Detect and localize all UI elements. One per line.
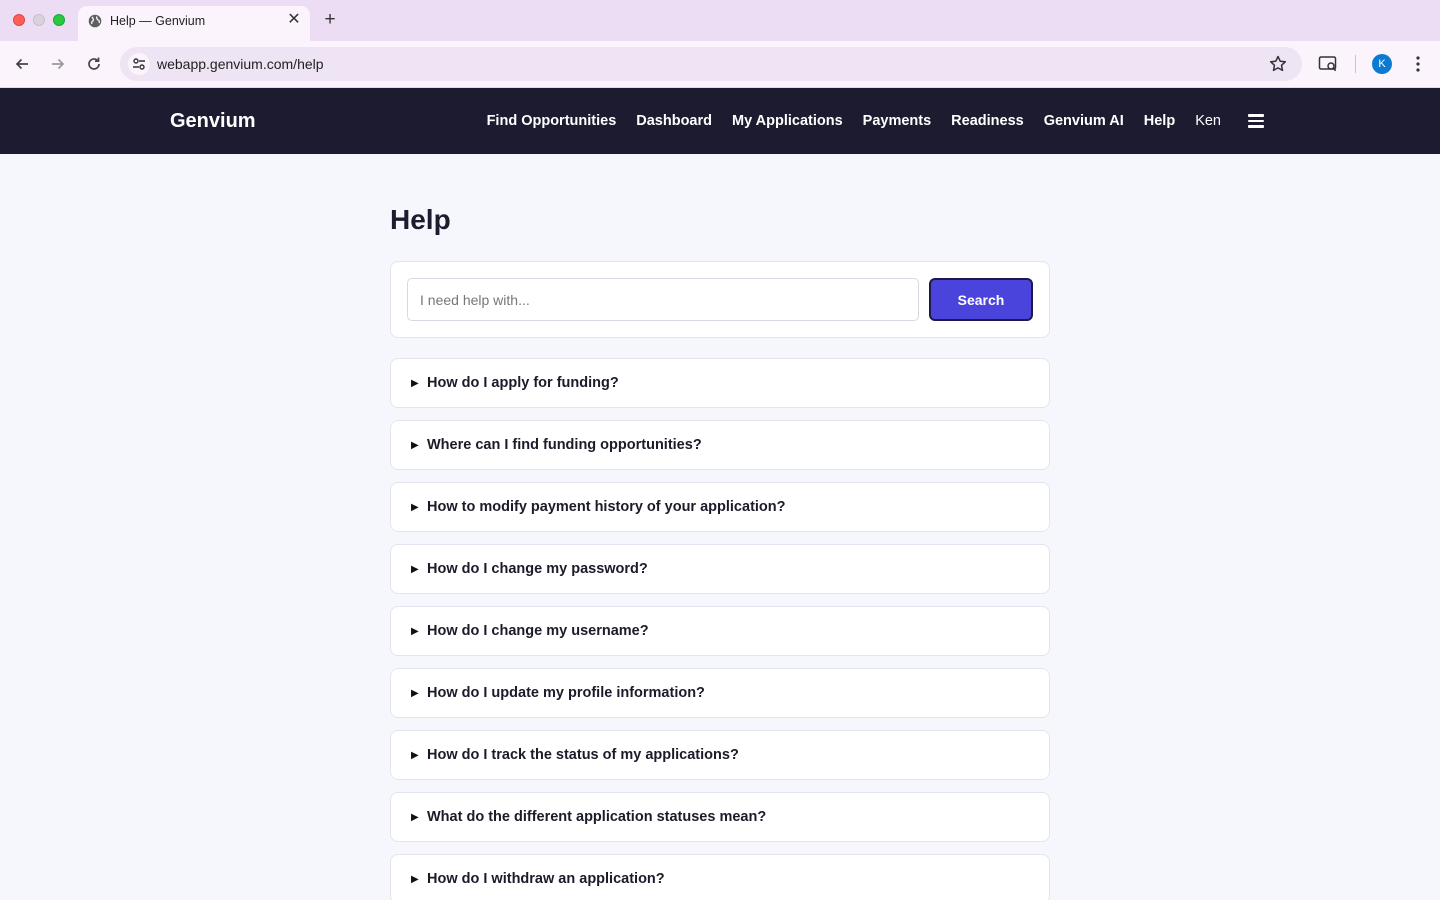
faq-question: How do I update my profile information? [427,685,705,701]
disclosure-triangle-icon: ▶ [411,377,419,389]
disclosure-triangle-icon: ▶ [411,501,419,513]
tab-search-icon[interactable] [1317,53,1339,75]
faq-question: How do I change my password? [427,561,648,577]
bookmark-star-icon[interactable] [1268,54,1288,74]
faq-question: How do I change my username? [427,623,649,639]
toolbar-divider [1355,55,1356,73]
nav-readiness[interactable]: Readiness [951,113,1024,129]
disclosure-triangle-icon: ▶ [411,625,419,637]
new-tab-icon[interactable]: + [320,10,340,30]
forward-icon[interactable] [47,53,69,75]
faq-item[interactable]: ▶ How do I track the status of my applic… [390,730,1050,780]
browser-tab[interactable]: Help — Genvium ✕ [78,6,310,41]
nav-dashboard[interactable]: Dashboard [636,113,712,129]
disclosure-triangle-icon: ▶ [411,687,419,699]
site-header: Genvium Find Opportunities Dashboard My … [0,88,1440,154]
help-content: Help Search ▶ How do I apply for funding… [390,154,1050,900]
nav-payments[interactable]: Payments [863,113,932,129]
close-tab-icon[interactable]: ✕ [286,12,302,28]
faq-item[interactable]: ▶ Where can I find funding opportunities… [390,420,1050,470]
faq-item[interactable]: ▶ How do I change my password? [390,544,1050,594]
faq-item[interactable]: ▶ How to modify payment history of your … [390,482,1050,532]
faq-question: How do I withdraw an application? [427,871,665,887]
hamburger-menu-icon[interactable] [1248,114,1264,128]
tab-title: Help — Genvium [110,14,206,28]
disclosure-triangle-icon: ▶ [411,811,419,823]
disclosure-triangle-icon: ▶ [411,563,419,575]
browser-tab-bar: Help — Genvium ✕ + [0,0,1440,41]
page-title: Help [390,204,451,235]
browser-toolbar: webapp.genvium.com/help [0,41,1440,88]
faq-item[interactable]: ▶ How do I update my profile information… [390,668,1050,718]
profile-avatar[interactable]: K [1372,54,1392,74]
window-minimize-button[interactable] [33,14,45,26]
disclosure-triangle-icon: ▶ [411,873,419,885]
address-bar[interactable]: webapp.genvium.com/help [120,47,1302,81]
disclosure-triangle-icon: ▶ [411,749,419,761]
help-search-card: Search [390,261,1050,338]
back-icon[interactable] [11,53,33,75]
faq-item[interactable]: ▶ How do I change my username? [390,606,1050,656]
faq-question: How do I track the status of my applicat… [427,747,739,763]
faq-question: How do I apply for funding? [427,375,619,391]
brand-logo[interactable]: Genvium [170,110,256,133]
nav-help[interactable]: Help [1144,113,1175,129]
nav-find-opportunities[interactable]: Find Opportunities [487,113,617,129]
window-close-button[interactable] [13,14,25,26]
site-settings-icon[interactable] [128,53,150,75]
faq-list: ▶ How do I apply for funding? ▶ Where ca… [390,358,1050,900]
main-nav: Find Opportunities Dashboard My Applicat… [467,88,1264,154]
nav-genvium-ai[interactable]: Genvium AI [1044,113,1124,129]
faq-question: How to modify payment history of your ap… [427,499,786,515]
faq-item[interactable]: ▶ How do I apply for funding? [390,358,1050,408]
browser-menu-icon[interactable] [1407,53,1429,75]
nav-my-applications[interactable]: My Applications [732,113,843,129]
faq-question: Where can I find funding opportunities? [427,437,702,453]
url-text: webapp.genvium.com/help [157,56,324,72]
faq-item[interactable]: ▶ How do I withdraw an application? [390,854,1050,900]
disclosure-triangle-icon: ▶ [411,439,419,451]
window-maximize-button[interactable] [53,14,65,26]
help-search-input[interactable] [407,278,919,321]
faq-item[interactable]: ▶ What do the different application stat… [390,792,1050,842]
user-name[interactable]: Ken [1195,113,1221,129]
reload-icon[interactable] [83,53,105,75]
globe-icon [88,14,102,28]
search-button[interactable]: Search [929,278,1033,321]
faq-question: What do the different application status… [427,809,767,825]
